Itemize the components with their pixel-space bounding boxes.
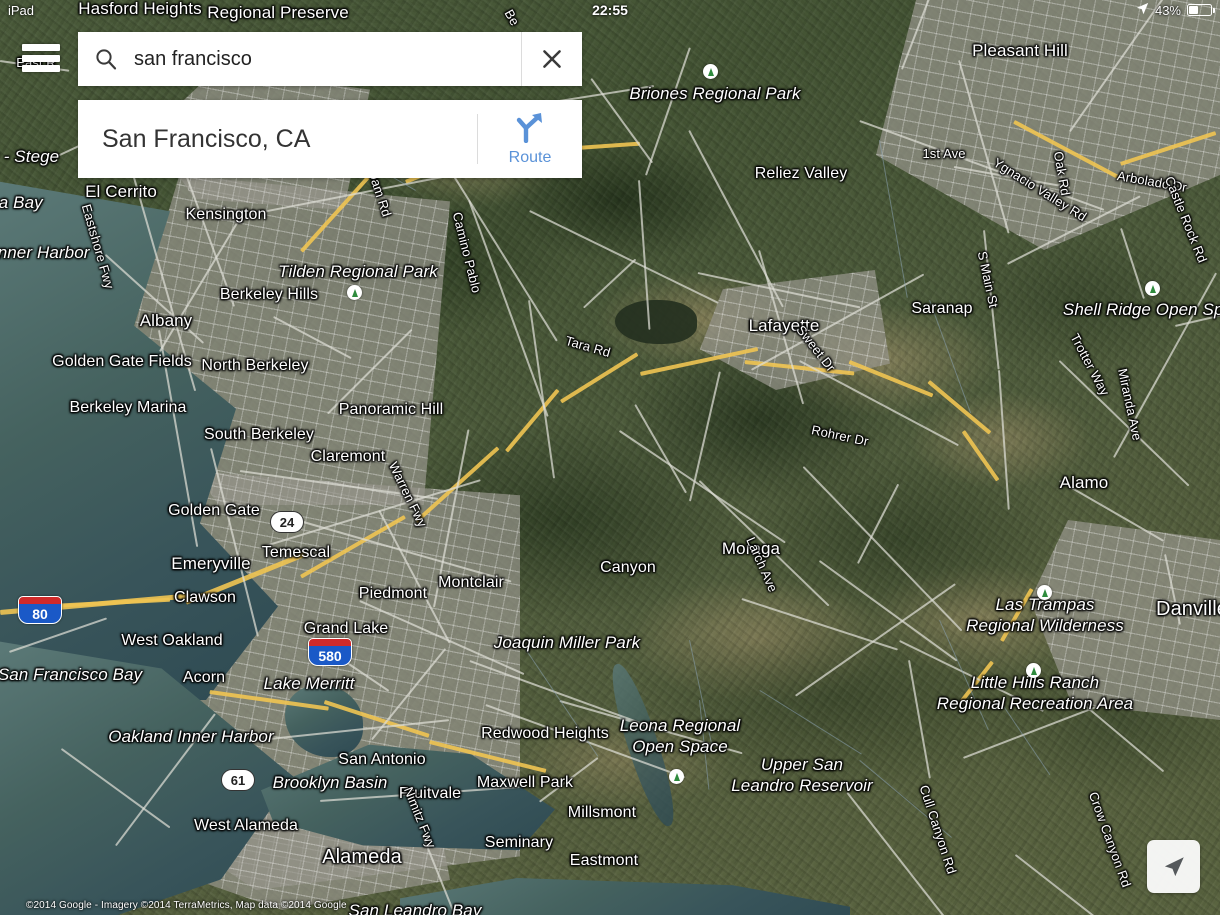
maps-app-screen: Hasford Heights Regional Preserve Pleasant… xyxy=(0,0,1220,915)
park-tree-icon-1[interactable] xyxy=(347,285,362,300)
water-lafayette-reservoir xyxy=(615,300,697,344)
menu-bar-1 xyxy=(22,44,60,51)
park-tree-icon-6[interactable] xyxy=(669,769,684,784)
highway-shield-24: 24 xyxy=(270,511,304,533)
status-bar-right: 43% xyxy=(1136,2,1215,18)
menu-bar-3 xyxy=(22,65,60,72)
location-arrow-icon xyxy=(1136,2,1149,18)
route-label: Route xyxy=(508,149,552,166)
battery-fill xyxy=(1189,6,1199,14)
status-bar-clock: 22:55 xyxy=(592,2,628,18)
park-tree-icon-0[interactable] xyxy=(703,64,718,79)
battery-icon xyxy=(1187,4,1215,16)
park-tree-icon-2[interactable] xyxy=(1145,281,1160,296)
search-icon xyxy=(78,47,134,71)
menu-bar-2 xyxy=(22,54,60,62)
park-tree-icon-5[interactable] xyxy=(1026,663,1041,678)
highway-shield-61: 61 xyxy=(221,769,255,791)
close-icon[interactable] xyxy=(522,32,582,86)
route-button[interactable]: Route xyxy=(478,100,582,178)
battery-percent-label: 43% xyxy=(1154,2,1181,18)
hamburger-menu-icon[interactable] xyxy=(22,42,60,74)
highway-shield-80: 80 xyxy=(18,596,62,624)
search-input[interactable] xyxy=(134,47,521,71)
suggestion-row[interactable]: San Francisco, CA Route xyxy=(78,100,582,178)
navigation-arrow-icon[interactable] xyxy=(1147,840,1200,893)
route-fork-icon xyxy=(513,111,547,148)
search-bar[interactable] xyxy=(78,32,582,86)
park-tree-icon-4[interactable] xyxy=(1037,585,1052,600)
highway-shield-580: 580 xyxy=(308,638,352,666)
search-suggestions-list[interactable]: San Francisco, CA Route xyxy=(78,100,582,178)
suggestion-label[interactable]: San Francisco, CA xyxy=(78,100,477,178)
status-bar: iPad 22:55 43% xyxy=(0,0,1220,20)
map-attribution: ©2014 Google - Imagery ©2014 TerraMetric… xyxy=(26,900,347,911)
